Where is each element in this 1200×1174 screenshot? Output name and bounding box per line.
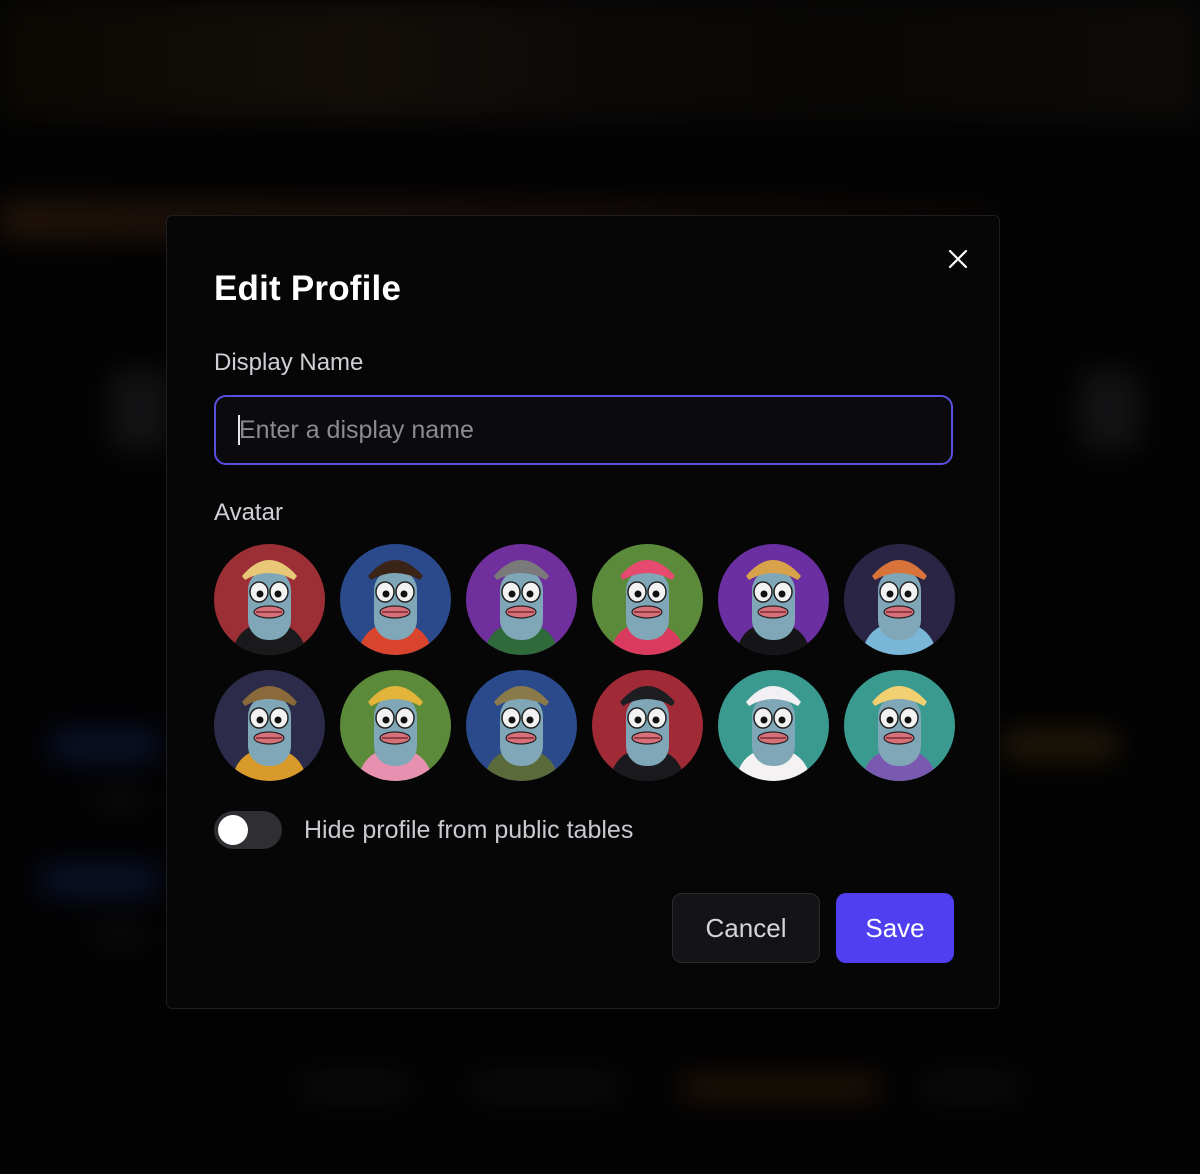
edit-profile-modal: Edit Profile Display Name Enter a displa… (166, 215, 1000, 1009)
avatar-option[interactable] (214, 670, 325, 781)
avatar-image (844, 544, 955, 655)
avatar-image (844, 670, 955, 781)
avatar-image (340, 670, 451, 781)
hide-profile-toggle[interactable] (214, 811, 282, 849)
display-name-placeholder: Enter a display name (239, 415, 474, 444)
cancel-button[interactable]: Cancel (672, 893, 820, 963)
avatar-image (592, 670, 703, 781)
display-name-input[interactable]: Enter a display name (214, 395, 953, 465)
avatar-option[interactable] (844, 544, 955, 655)
avatar-image (592, 544, 703, 655)
avatar-image (214, 544, 325, 655)
avatar-image (340, 544, 451, 655)
avatar-image (466, 544, 577, 655)
avatar-option[interactable] (592, 670, 703, 781)
avatar-row (214, 544, 958, 655)
close-icon (948, 249, 968, 269)
avatar-option[interactable] (340, 670, 451, 781)
avatar-option[interactable] (718, 544, 829, 655)
hide-profile-setting: Hide profile from public tables (214, 811, 633, 849)
avatar-image (466, 670, 577, 781)
display-name-label: Display Name (214, 349, 364, 376)
avatar-image (718, 670, 829, 781)
avatar-label: Avatar (214, 499, 283, 526)
modal-title: Edit Profile (214, 269, 402, 308)
avatar-option[interactable] (466, 670, 577, 781)
save-button[interactable]: Save (836, 893, 954, 963)
avatar-image (718, 544, 829, 655)
close-button[interactable] (945, 246, 971, 272)
avatar-option[interactable] (718, 670, 829, 781)
avatar-row (214, 670, 958, 781)
avatar-grid (214, 544, 958, 796)
avatar-option[interactable] (340, 544, 451, 655)
avatar-option[interactable] (214, 544, 325, 655)
avatar-image (214, 670, 325, 781)
hide-profile-label: Hide profile from public tables (304, 815, 634, 844)
toggle-knob (218, 815, 248, 845)
avatar-option[interactable] (466, 544, 577, 655)
avatar-option[interactable] (592, 544, 703, 655)
avatar-option[interactable] (844, 670, 955, 781)
